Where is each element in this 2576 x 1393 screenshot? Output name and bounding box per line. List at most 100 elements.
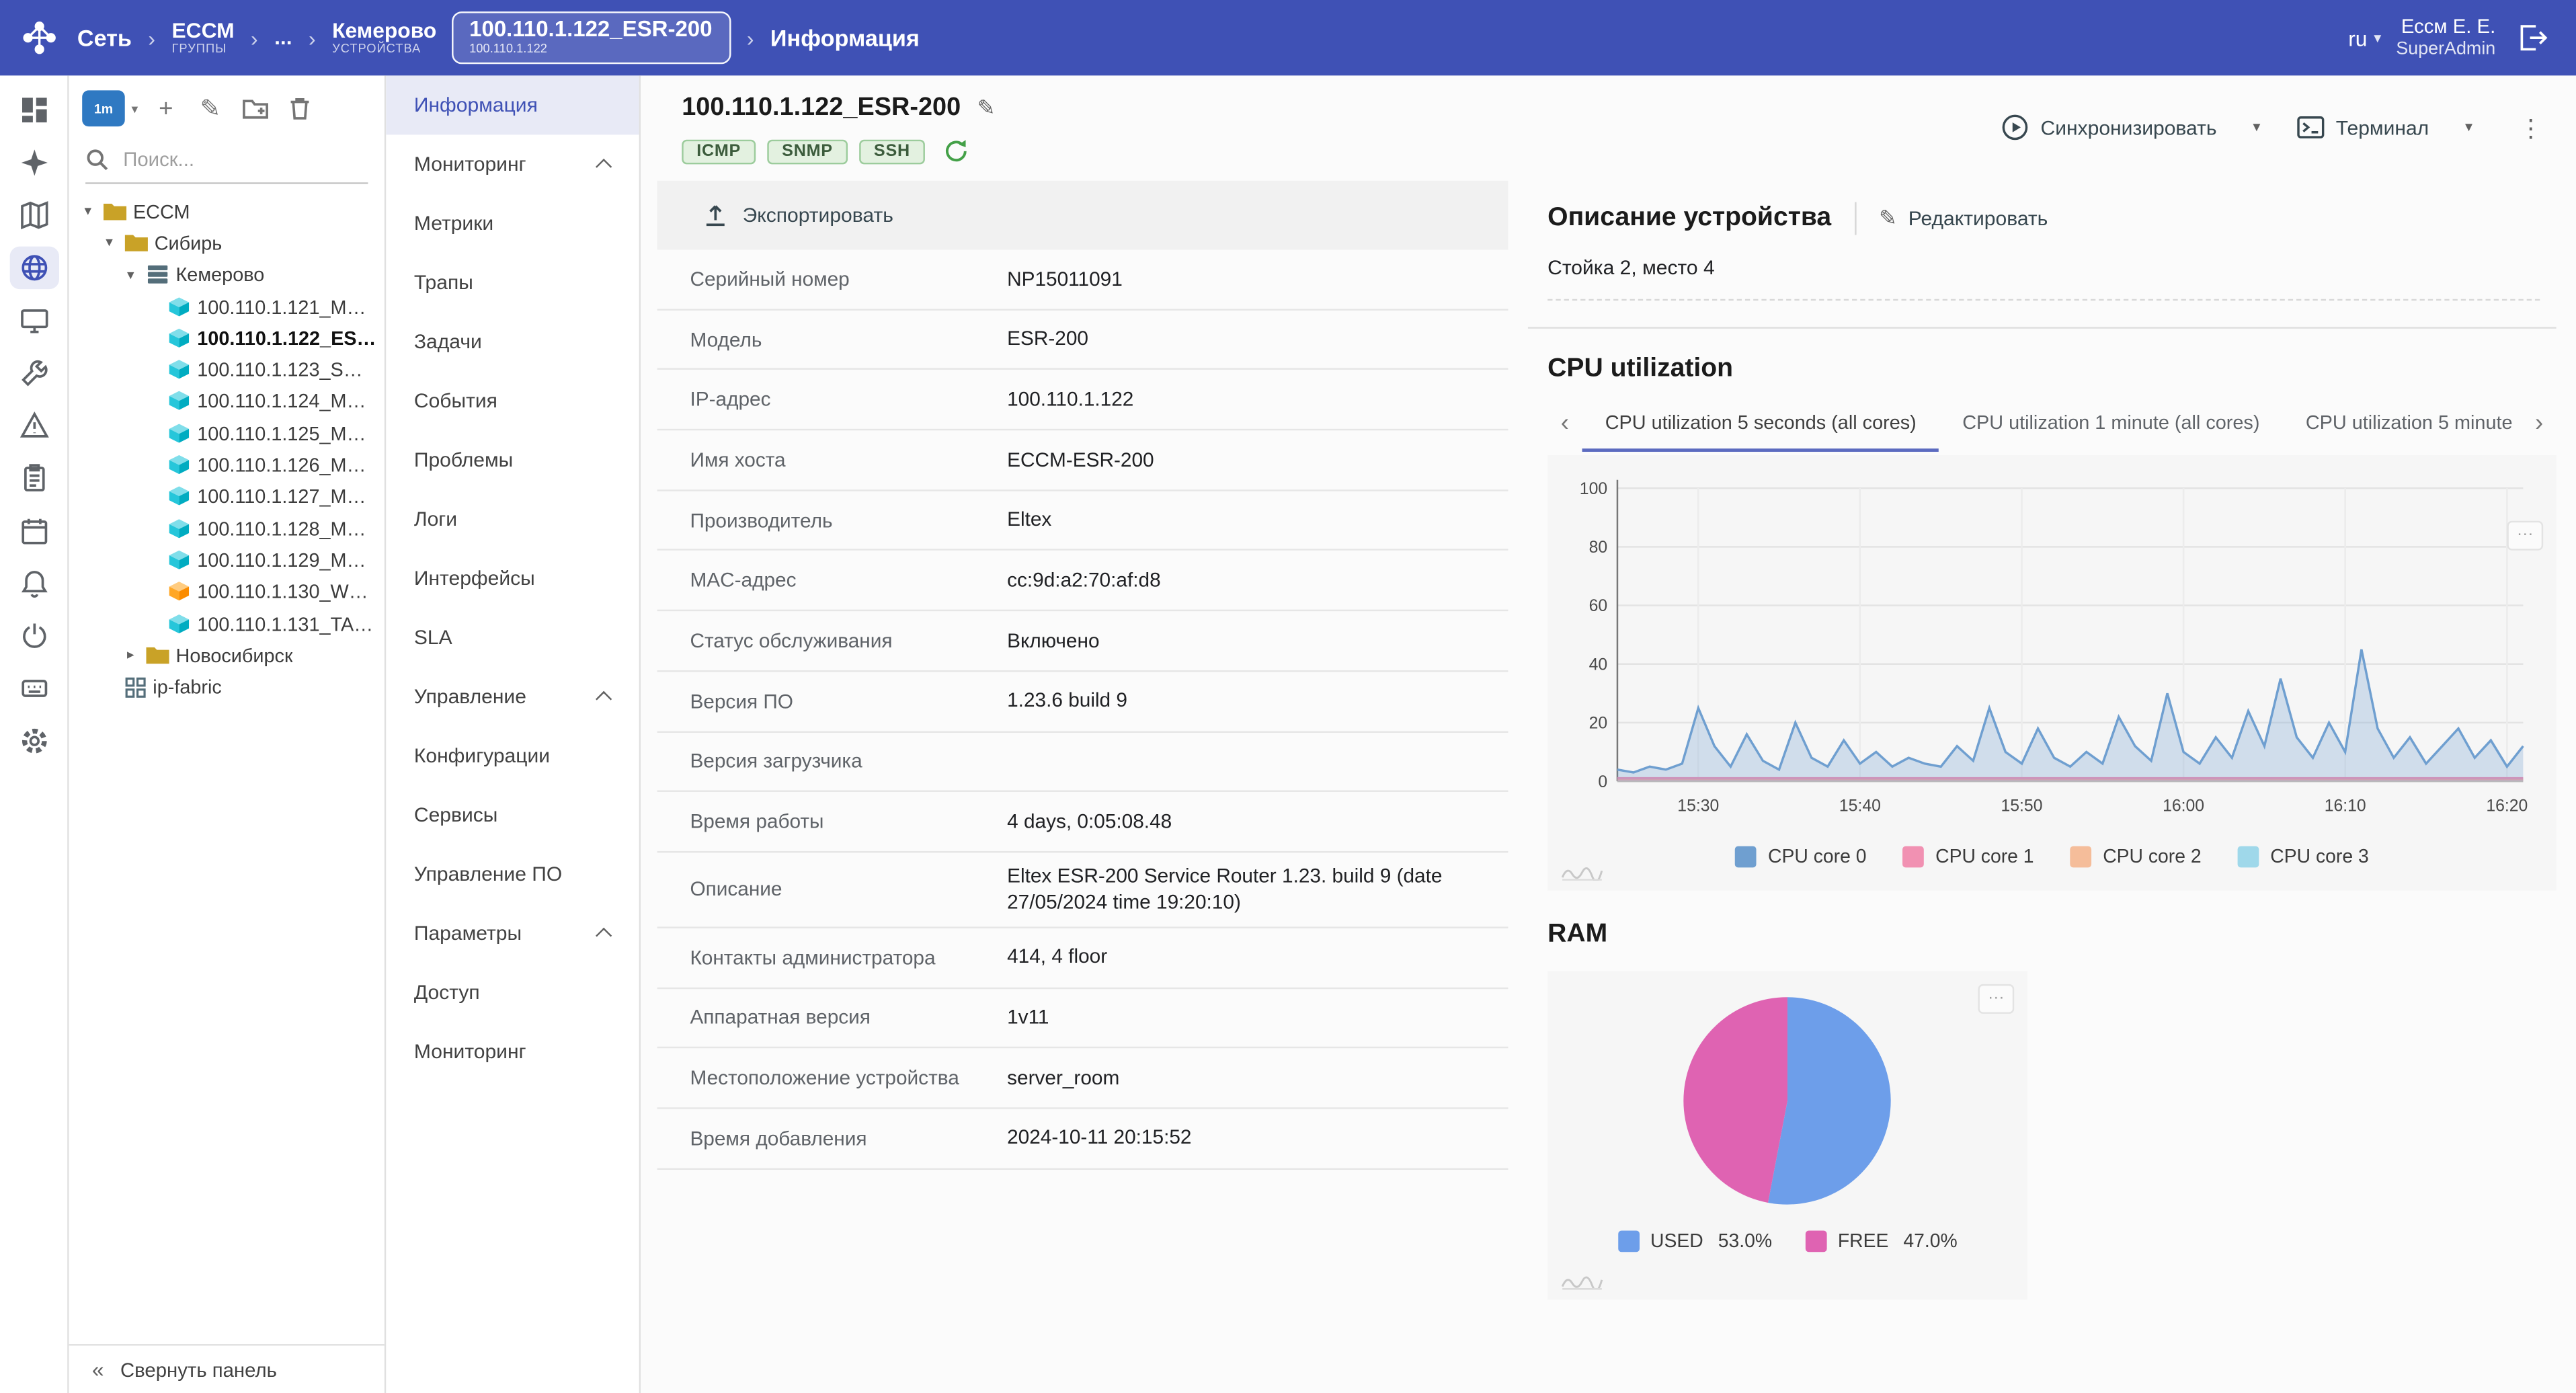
tree-device-item[interactable]: 100.110.1.128_MES5200 <box>69 512 385 544</box>
firmware-upload-button[interactable]: 1m <box>82 90 125 127</box>
search-input[interactable] <box>120 146 334 173</box>
tree-node[interactable]: ▾ Сибирь <box>69 227 385 259</box>
edit-node-button[interactable]: ✎ <box>194 92 227 125</box>
user-info[interactable]: Ессм Е. Е. SuperAdmin <box>2396 14 2495 61</box>
legend-item[interactable]: CPU core 1 <box>1902 846 2034 868</box>
sync-dropdown-icon[interactable]: ▾ <box>2240 112 2273 143</box>
legend-item[interactable]: USED 53.0% <box>1617 1230 1772 1252</box>
tree-device-item[interactable]: 100.110.1.121_MES212 <box>69 290 385 322</box>
gear-icon[interactable] <box>9 719 58 762</box>
info-row-label: MAC-адрес <box>690 569 797 592</box>
dashboard-icon[interactable] <box>9 89 58 132</box>
menu-item-управление-по[interactable]: Управление ПО <box>386 844 639 904</box>
firmware-box-icon[interactable] <box>9 667 58 710</box>
synchronize-button[interactable]: Синхронизировать <box>1991 107 2226 148</box>
cpu-tab-2[interactable]: CPU utilization 5 minute <box>2283 395 2522 452</box>
cpu-tab-1[interactable]: CPU utilization 1 minute (all cores) <box>1939 395 2283 452</box>
collapse-panel-button[interactable]: « Свернуть панель <box>69 1344 385 1393</box>
mini-zoom-icon[interactable] <box>1561 861 1604 881</box>
eccm-logo-icon[interactable] <box>16 15 62 61</box>
menu-section-мониторинг[interactable]: Мониторинг <box>386 134 639 194</box>
add-folder-button[interactable] <box>238 92 271 125</box>
tabs-scroll-right-icon[interactable]: › <box>2522 409 2556 438</box>
menu-item-трапы[interactable]: Трапы <box>386 253 639 312</box>
tree-caret-icon[interactable]: ▾ <box>79 202 97 221</box>
wrench-icon[interactable] <box>9 352 58 395</box>
tree-device-item[interactable]: 100.110.1.126_MES242 <box>69 449 385 481</box>
menu-item-sla[interactable]: SLA <box>386 608 639 667</box>
tree-caret-icon[interactable]: ▾ <box>100 234 118 252</box>
tree-device-item[interactable]: 100.110.1.131_TAU-72.I <box>69 608 385 639</box>
cpu-tab-0[interactable]: CPU utilization 5 seconds (all cores) <box>1582 395 1939 452</box>
export-button[interactable]: Экспортировать <box>703 202 893 229</box>
legend-item[interactable]: CPU core 0 <box>1735 846 1866 868</box>
cpu-chart-more-icon[interactable]: ··· <box>2507 520 2544 551</box>
menu-section-параметры[interactable]: Параметры <box>386 904 639 963</box>
legend-item[interactable]: CPU core 2 <box>2070 846 2202 868</box>
map-icon[interactable] <box>9 194 58 237</box>
tree-device-item[interactable]: 100.110.1.124_MES212 <box>69 386 385 417</box>
menu-item-конфигурации[interactable]: Конфигурации <box>386 726 639 785</box>
tree-caret-icon[interactable]: ▸ <box>122 646 140 664</box>
delete-node-button[interactable] <box>282 92 315 125</box>
tabs-scroll-left-icon[interactable]: ‹ <box>1547 409 1582 438</box>
tree-device-item[interactable]: 100.110.1.129_MES242 <box>69 545 385 576</box>
breadcrumb-ellipsis[interactable]: ... <box>274 25 292 50</box>
breadcrumb-groups[interactable]: ЕССМ ГРУППЫ <box>171 18 234 56</box>
calendar-icon[interactable] <box>9 510 58 553</box>
nav-network[interactable]: Сеть <box>77 25 132 51</box>
tree-node[interactable]: ▸ Новосибирск <box>69 639 385 671</box>
legend-item[interactable]: CPU core 3 <box>2237 846 2369 868</box>
menu-item-мониторинг[interactable]: Мониторинг <box>386 1022 639 1081</box>
edit-description-button[interactable]: ✎ Редактировать <box>1879 205 2048 231</box>
menu-item-информация[interactable]: Информация <box>386 75 639 135</box>
edit-title-icon[interactable]: ✎ <box>977 95 996 122</box>
tree-device-item[interactable]: 100.110.1.130_WLC-30 <box>69 576 385 608</box>
ram-chart-more-icon[interactable]: ··· <box>1978 984 2015 1014</box>
tree-device-item[interactable]: 100.110.1.125_MES232 <box>69 417 385 449</box>
tree-node[interactable]: ip-fabric <box>69 671 385 703</box>
tree-device-item[interactable]: 100.110.1.122_ESR-200 <box>69 322 385 354</box>
legend-item[interactable]: FREE 47.0% <box>1804 1230 1958 1252</box>
bell-icon[interactable] <box>9 562 58 605</box>
menu-item-сервисы[interactable]: Сервисы <box>386 785 639 844</box>
mini-zoom-icon[interactable] <box>1561 1270 1604 1290</box>
terminal-button[interactable]: Терминал <box>2286 108 2438 146</box>
menu-item-метрики[interactable]: Метрики <box>386 194 639 253</box>
tree-device-item[interactable]: 100.110.1.127_MES531 <box>69 481 385 512</box>
tree-node[interactable]: ▾ Кемерово <box>69 259 385 290</box>
menu-item-логи[interactable]: Логи <box>386 489 639 549</box>
device-breadcrumb-tab[interactable]: 100.110.1.122_ESR-200 100.110.1.122 <box>451 12 731 64</box>
info-row-value: 4 days, 0:05:08.48 <box>1007 809 1172 833</box>
breadcrumb-section: Информация <box>770 24 920 51</box>
menu-item-события[interactable]: События <box>386 371 639 430</box>
alert-triangle-icon[interactable] <box>9 404 58 447</box>
refresh-status-icon[interactable] <box>943 138 969 164</box>
chevron-down-icon: ▾ <box>2374 28 2382 46</box>
menu-item-доступ[interactable]: Доступ <box>386 963 639 1022</box>
globe-icon[interactable] <box>9 246 58 290</box>
language-selector[interactable]: ru ▾ <box>2348 26 2381 50</box>
add-node-button[interactable]: + <box>149 92 182 125</box>
tree-node[interactable]: ▾ ЕССМ <box>69 196 385 227</box>
monitor-icon[interactable] <box>9 299 58 342</box>
menu-item-задачи[interactable]: Задачи <box>386 312 639 371</box>
info-row-label: Статус обслуживания <box>690 629 893 653</box>
chevron-down-icon[interactable]: ▾ <box>132 101 138 116</box>
logout-icon[interactable] <box>2510 16 2553 59</box>
terminal-dropdown-icon[interactable]: ▾ <box>2452 112 2485 143</box>
menu-item-интерфейсы[interactable]: Интерфейсы <box>386 549 639 608</box>
more-options-icon[interactable]: ⋮ <box>2509 112 2553 143</box>
clipboard-icon[interactable] <box>9 456 58 500</box>
flare-icon[interactable] <box>9 141 58 184</box>
tree-device-item[interactable]: 100.110.1.123_SMG-10 <box>69 354 385 386</box>
menu-section-управление[interactable]: Управление <box>386 667 639 726</box>
menu-item-проблемы[interactable]: Проблемы <box>386 430 639 489</box>
device-icon <box>167 518 190 538</box>
info-row: Версия загрузчика <box>657 732 1508 793</box>
tree-caret-icon[interactable]: ▾ <box>122 266 140 284</box>
power-icon[interactable] <box>9 614 58 658</box>
info-row-value: 414, 4 floor <box>1007 945 1108 969</box>
breadcrumb-devices-group[interactable]: Кемерово УСТРОЙСТВА <box>332 18 436 56</box>
folder-icon <box>146 646 169 665</box>
